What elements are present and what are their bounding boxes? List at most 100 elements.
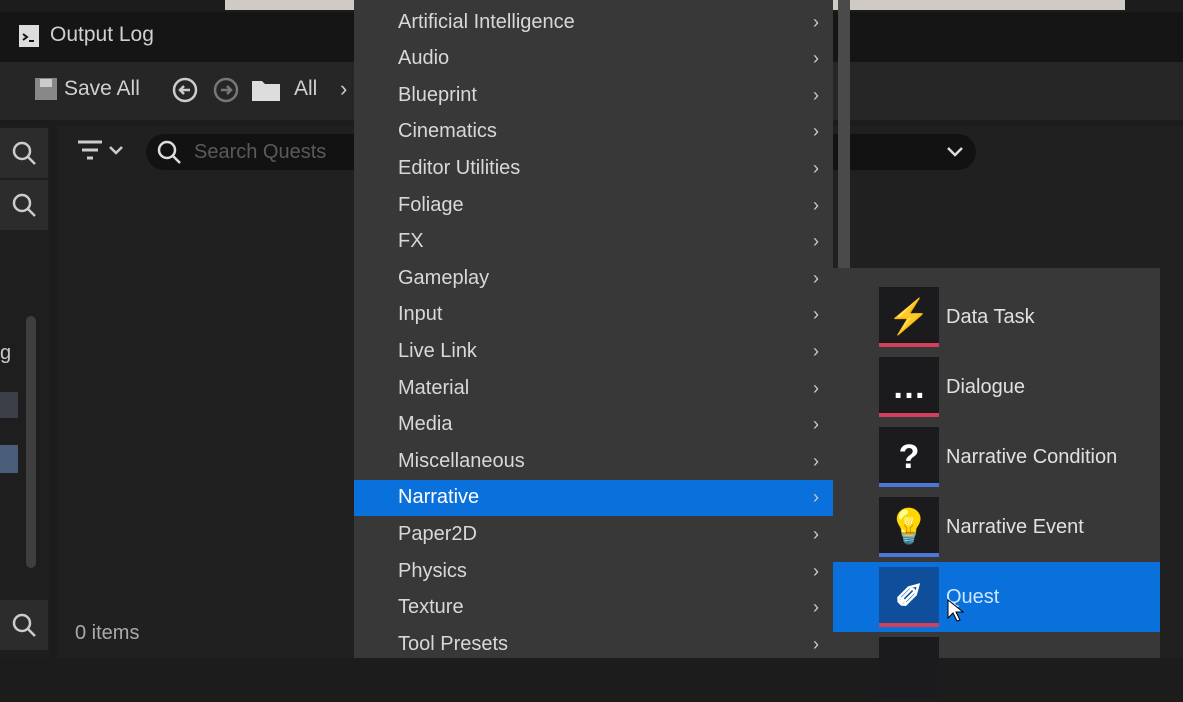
chevron-right-icon[interactable]: › [340,76,347,102]
chevron-right-icon: › [813,194,819,215]
folder-icon[interactable] [251,78,281,102]
menu-item-paper2d[interactable]: Paper2D › [354,516,833,552]
sidebar-row[interactable] [0,392,18,418]
chevron-right-icon: › [813,487,819,508]
search-icon [157,140,181,164]
data-task-icon: ⚡ [879,287,939,347]
menu-item-label: Input [398,303,443,326]
submenu-item-partial[interactable] [833,632,1160,702]
menu-item-gameplay[interactable]: Gameplay › [354,260,833,296]
menu-item-label: Texture [398,596,464,619]
chevron-right-icon: › [813,231,819,252]
menu-item-label: Narrative [398,486,480,509]
menu-item-label: FX [398,230,424,253]
partial-icon [879,637,939,697]
menu-item-input[interactable]: Input › [354,297,833,333]
submenu-item-dialogue[interactable]: … Dialogue [833,352,1160,422]
chevron-right-icon: › [813,597,819,618]
chevron-right-icon: › [813,11,819,32]
menu-item-label: Audio [398,47,450,70]
tab-label: Output Log [50,23,154,46]
question-icon: ? [879,427,939,487]
chevron-right-icon: › [813,304,819,325]
submenu-item-label: Data Task [946,305,1035,328]
chevron-right-icon: › [813,560,819,581]
sidebar-search-button[interactable] [0,128,48,178]
search-icon [12,613,36,637]
menu-item-label: Editor Utilities [398,156,521,179]
menu-item-label: Live Link [398,339,477,362]
menu-item-audio[interactable]: Audio › [354,41,833,77]
category-menu: Artificial Intelligence › Audio › Blueprint ›… [354,0,833,658]
chevron-right-icon: › [813,523,819,544]
menu-item-label: Paper2D [398,522,477,545]
menu-item-tool-presets[interactable]: Tool Presets › [354,626,833,662]
menu-item-label: Gameplay [398,266,490,289]
menu-item-fx[interactable]: FX › [354,224,833,260]
submenu-item-label: Dialogue [946,375,1025,398]
submenu-item-narrative-event[interactable]: 💡 Narrative Event [833,492,1160,562]
menu-item-editor-utilities[interactable]: Editor Utilities › [354,150,833,186]
chevron-down-icon[interactable] [946,145,964,159]
menu-item-label: Foliage [398,193,464,216]
menu-item-texture[interactable]: Texture › [354,590,833,626]
forward-icon[interactable] [213,77,239,103]
menu-item-cinematics[interactable]: Cinematics › [354,114,833,150]
chevron-right-icon: › [813,414,819,435]
chevron-right-icon: › [813,84,819,105]
chevron-right-icon: › [813,377,819,398]
save-all-label: Save All [64,77,140,100]
tab-output-log[interactable]: Output Log [18,22,154,48]
filter-button[interactable] [76,138,124,162]
sidebar-row-selected[interactable] [0,445,18,473]
menu-scrollbar[interactable] [838,0,850,268]
narrative-submenu: ⚡ Data Task … Dialogue? Narrative Condition 💡… [833,268,1160,697]
output-log-icon [19,25,39,47]
menu-item-foliage[interactable]: Foliage › [354,187,833,223]
menu-item-miscellaneous[interactable]: Miscellaneous › [354,443,833,479]
save-icon [35,78,57,100]
submenu-item-label: Narrative Event [946,515,1084,538]
item-count: 0 items [75,622,140,644]
submenu-item-label: Narrative Condition [946,445,1118,468]
search-icon [12,141,36,165]
menu-item-live-link[interactable]: Live Link › [354,333,833,369]
scroll-icon: ✐ [879,567,939,627]
back-icon[interactable] [172,77,198,103]
menu-item-label: Artificial Intelligence [398,10,575,33]
sidebar-partial-label: g [0,342,12,364]
submenu-item-quest[interactable]: ✐ Quest [833,562,1160,632]
chevron-right-icon: › [813,633,819,654]
sidebar-search-button-3[interactable] [0,600,48,650]
filter-icon [78,140,102,160]
path-all[interactable]: All [294,77,317,101]
chevron-right-icon: › [813,48,819,69]
submenu-item-narrative-condition[interactable]: ? Narrative Condition [833,422,1160,492]
menu-item-label: Material [398,376,470,399]
save-all-button[interactable]: Save All [34,77,140,101]
sidebar-scrollbar[interactable] [26,316,36,568]
chevron-right-icon: › [813,267,819,288]
menu-item-physics[interactable]: Physics › [354,553,833,589]
search-placeholder: Search Quests [194,140,327,163]
sidebar-search-button-2[interactable] [0,180,48,230]
menu-item-blueprint[interactable]: Blueprint › [354,77,833,113]
menu-item-label: Tool Presets [398,632,509,655]
menu-item-label: Cinematics [398,120,497,143]
lightbulb-icon: 💡 [879,497,939,557]
menu-item-label: Blueprint [398,83,477,106]
menu-item-artificial-intelligence[interactable]: Artificial Intelligence › [354,4,833,40]
menu-item-label: Physics [398,559,467,582]
menu-item-media[interactable]: Media › [354,407,833,443]
mouse-cursor-icon [947,598,964,622]
menu-item-narrative[interactable]: Narrative › [354,479,833,516]
chevron-right-icon: › [813,450,819,471]
menu-item-label: Media [398,413,453,436]
chevron-right-icon: › [813,157,819,178]
chevron-down-icon [109,146,123,155]
menu-item-material[interactable]: Material › [354,370,833,406]
dialogue-icon: … [879,357,939,417]
submenu-item-data-task[interactable]: ⚡ Data Task [833,282,1160,352]
search-icon [12,193,36,217]
menu-item-label: Miscellaneous [398,449,525,472]
